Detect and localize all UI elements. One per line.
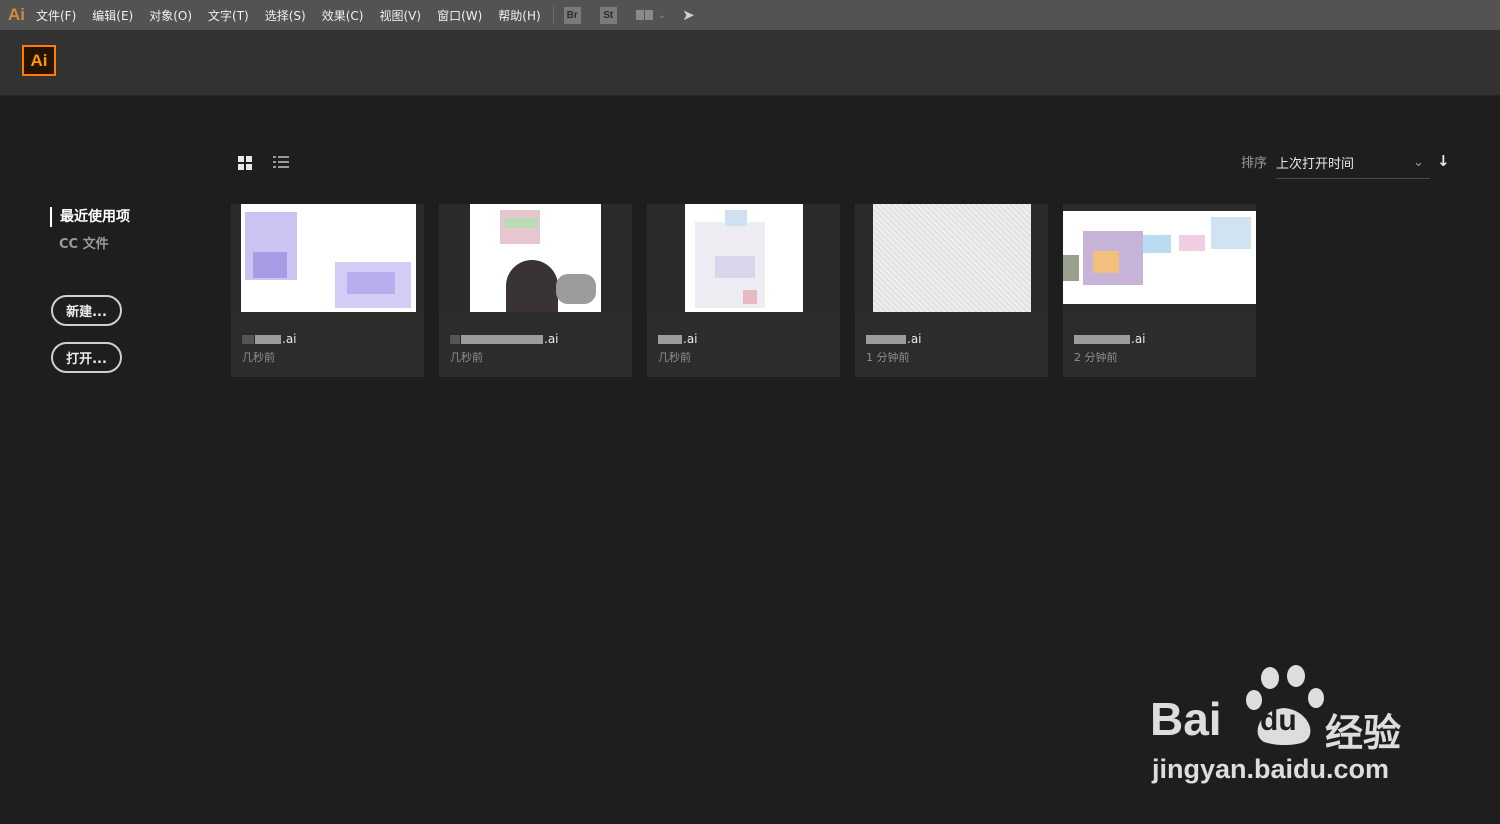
menu-type[interactable]: 文字(T) xyxy=(208,7,249,24)
file-info: .ai 几秒前 xyxy=(231,314,424,377)
menu-divider xyxy=(552,6,554,24)
chevron-down-icon: ⌄ xyxy=(1413,154,1424,170)
sort-dropdown[interactable]: 上次打开时间 ⌄ xyxy=(1276,150,1430,179)
recent-file-card[interactable]: .ai 1 分钟前 xyxy=(855,204,1048,377)
sort-label: 排序 xyxy=(1241,156,1268,171)
menu-help[interactable]: 帮助(H) xyxy=(498,7,540,24)
file-thumbnail xyxy=(1063,211,1256,304)
workspace-switcher-icon[interactable]: ⌄ xyxy=(635,10,666,21)
file-name: .ai xyxy=(658,332,698,346)
sort-direction-arrow-icon[interactable]: ↓ xyxy=(1437,152,1450,170)
grid-view-icon[interactable] xyxy=(238,156,253,171)
menu-object[interactable]: 对象(O) xyxy=(149,7,192,24)
menu-effect[interactable]: 效果(C) xyxy=(322,7,364,24)
file-name: .ai xyxy=(450,332,559,346)
file-name: .ai xyxy=(242,332,297,346)
start-header: Ai xyxy=(0,30,1500,96)
nav-cc-files[interactable]: CC 文件 xyxy=(59,233,109,252)
file-time: 1 分钟前 xyxy=(866,351,910,364)
menu-view[interactable]: 视图(V) xyxy=(379,7,421,24)
menu-select[interactable]: 选择(S) xyxy=(265,7,306,24)
stock-button[interactable]: St xyxy=(599,6,617,24)
illustrator-logo: Ai xyxy=(22,45,56,76)
file-time: 几秒前 xyxy=(450,351,483,364)
menu-bar: Ai 文件(F) 编辑(E) 对象(O) 文字(T) 选择(S) 效果(C) 视… xyxy=(0,0,1500,30)
file-info: .ai 几秒前 xyxy=(647,314,840,377)
sort-value: 上次打开时间 xyxy=(1276,156,1355,172)
file-info: .ai 1 分钟前 xyxy=(855,314,1048,377)
file-info: .ai 2 分钟前 xyxy=(1063,314,1256,377)
bridge-button[interactable]: Br xyxy=(563,6,581,24)
open-button[interactable]: 打开... xyxy=(51,342,122,373)
file-thumbnail xyxy=(873,204,1031,312)
file-thumbnail xyxy=(470,204,601,312)
file-time: 几秒前 xyxy=(658,351,691,364)
baidu-jingyan-watermark: Bai du 经验 jingyan.baidu.com xyxy=(1150,664,1420,794)
menu-edit[interactable]: 编辑(E) xyxy=(92,7,133,24)
watermark-url: jingyan.baidu.com xyxy=(1152,754,1390,784)
file-time: 2 分钟前 xyxy=(1074,351,1118,364)
watermark-brand: Bai xyxy=(1150,693,1222,745)
file-info: .ai 几秒前 xyxy=(439,314,632,377)
list-view-icon[interactable] xyxy=(273,156,289,170)
file-time: 几秒前 xyxy=(242,351,275,364)
file-thumbnail xyxy=(685,204,803,312)
new-button[interactable]: 新建... xyxy=(51,295,122,326)
menu-window[interactable]: 窗口(W) xyxy=(437,7,482,24)
file-thumbnail xyxy=(241,204,416,312)
app-icon[interactable]: Ai xyxy=(0,5,36,25)
nav-recent[interactable]: 最近使用项 xyxy=(50,207,130,227)
rocket-icon[interactable]: ➤ xyxy=(682,6,695,24)
file-name: .ai xyxy=(1074,332,1146,346)
menu-file[interactable]: 文件(F) xyxy=(36,7,76,24)
recent-file-card[interactable]: .ai 2 分钟前 xyxy=(1063,204,1256,377)
recent-file-card[interactable]: .ai 几秒前 xyxy=(439,204,632,377)
watermark-product: 经验 xyxy=(1325,711,1402,755)
recent-file-card[interactable]: .ai 几秒前 xyxy=(647,204,840,377)
recent-file-card[interactable]: .ai 几秒前 xyxy=(231,204,424,377)
file-name: .ai xyxy=(866,332,922,346)
watermark-brand-tail: du xyxy=(1260,704,1297,737)
